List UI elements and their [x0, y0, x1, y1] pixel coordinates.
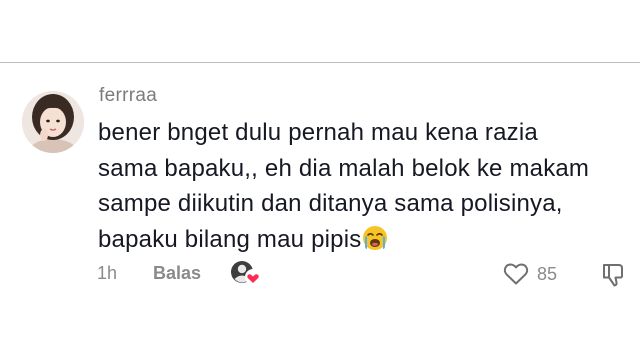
comment-username[interactable]: ferrraa	[99, 85, 157, 107]
heart-outline-icon	[503, 263, 529, 285]
comment-meta-row: 1h Balas 85	[0, 261, 640, 291]
dislike-button[interactable]	[600, 262, 626, 288]
like-button[interactable]: 85	[503, 261, 557, 287]
loudly-crying-face-icon	[363, 225, 388, 250]
comment-text-line: bapaku bilang mau pipis	[98, 225, 362, 253]
comment-text-line: bener bnget dulu pernah mau kena razia	[98, 119, 538, 146]
reply-button[interactable]: Balas	[153, 263, 201, 284]
avatar-image	[22, 91, 84, 153]
comment-item: ferrraa bener bnget dulu pernah mau kena…	[0, 63, 640, 360]
comment-text-line-last: bapaku bilang mau pipis	[98, 222, 618, 258]
comment-timestamp: 1h	[97, 263, 118, 283]
comment-text-line: sampe diikutin dan ditanya sama polisiny…	[98, 190, 563, 217]
thumbs-down-icon	[603, 264, 623, 287]
like-count: 85	[537, 263, 558, 284]
comment-text-line: sama bapaku,, eh dia malah belok ke maka…	[98, 154, 590, 182]
comment-text: bener bnget dulu pernah mau kena razia s…	[98, 115, 618, 257]
avatar[interactable]	[22, 91, 84, 153]
creator-liked-badge-icon	[229, 259, 263, 287]
